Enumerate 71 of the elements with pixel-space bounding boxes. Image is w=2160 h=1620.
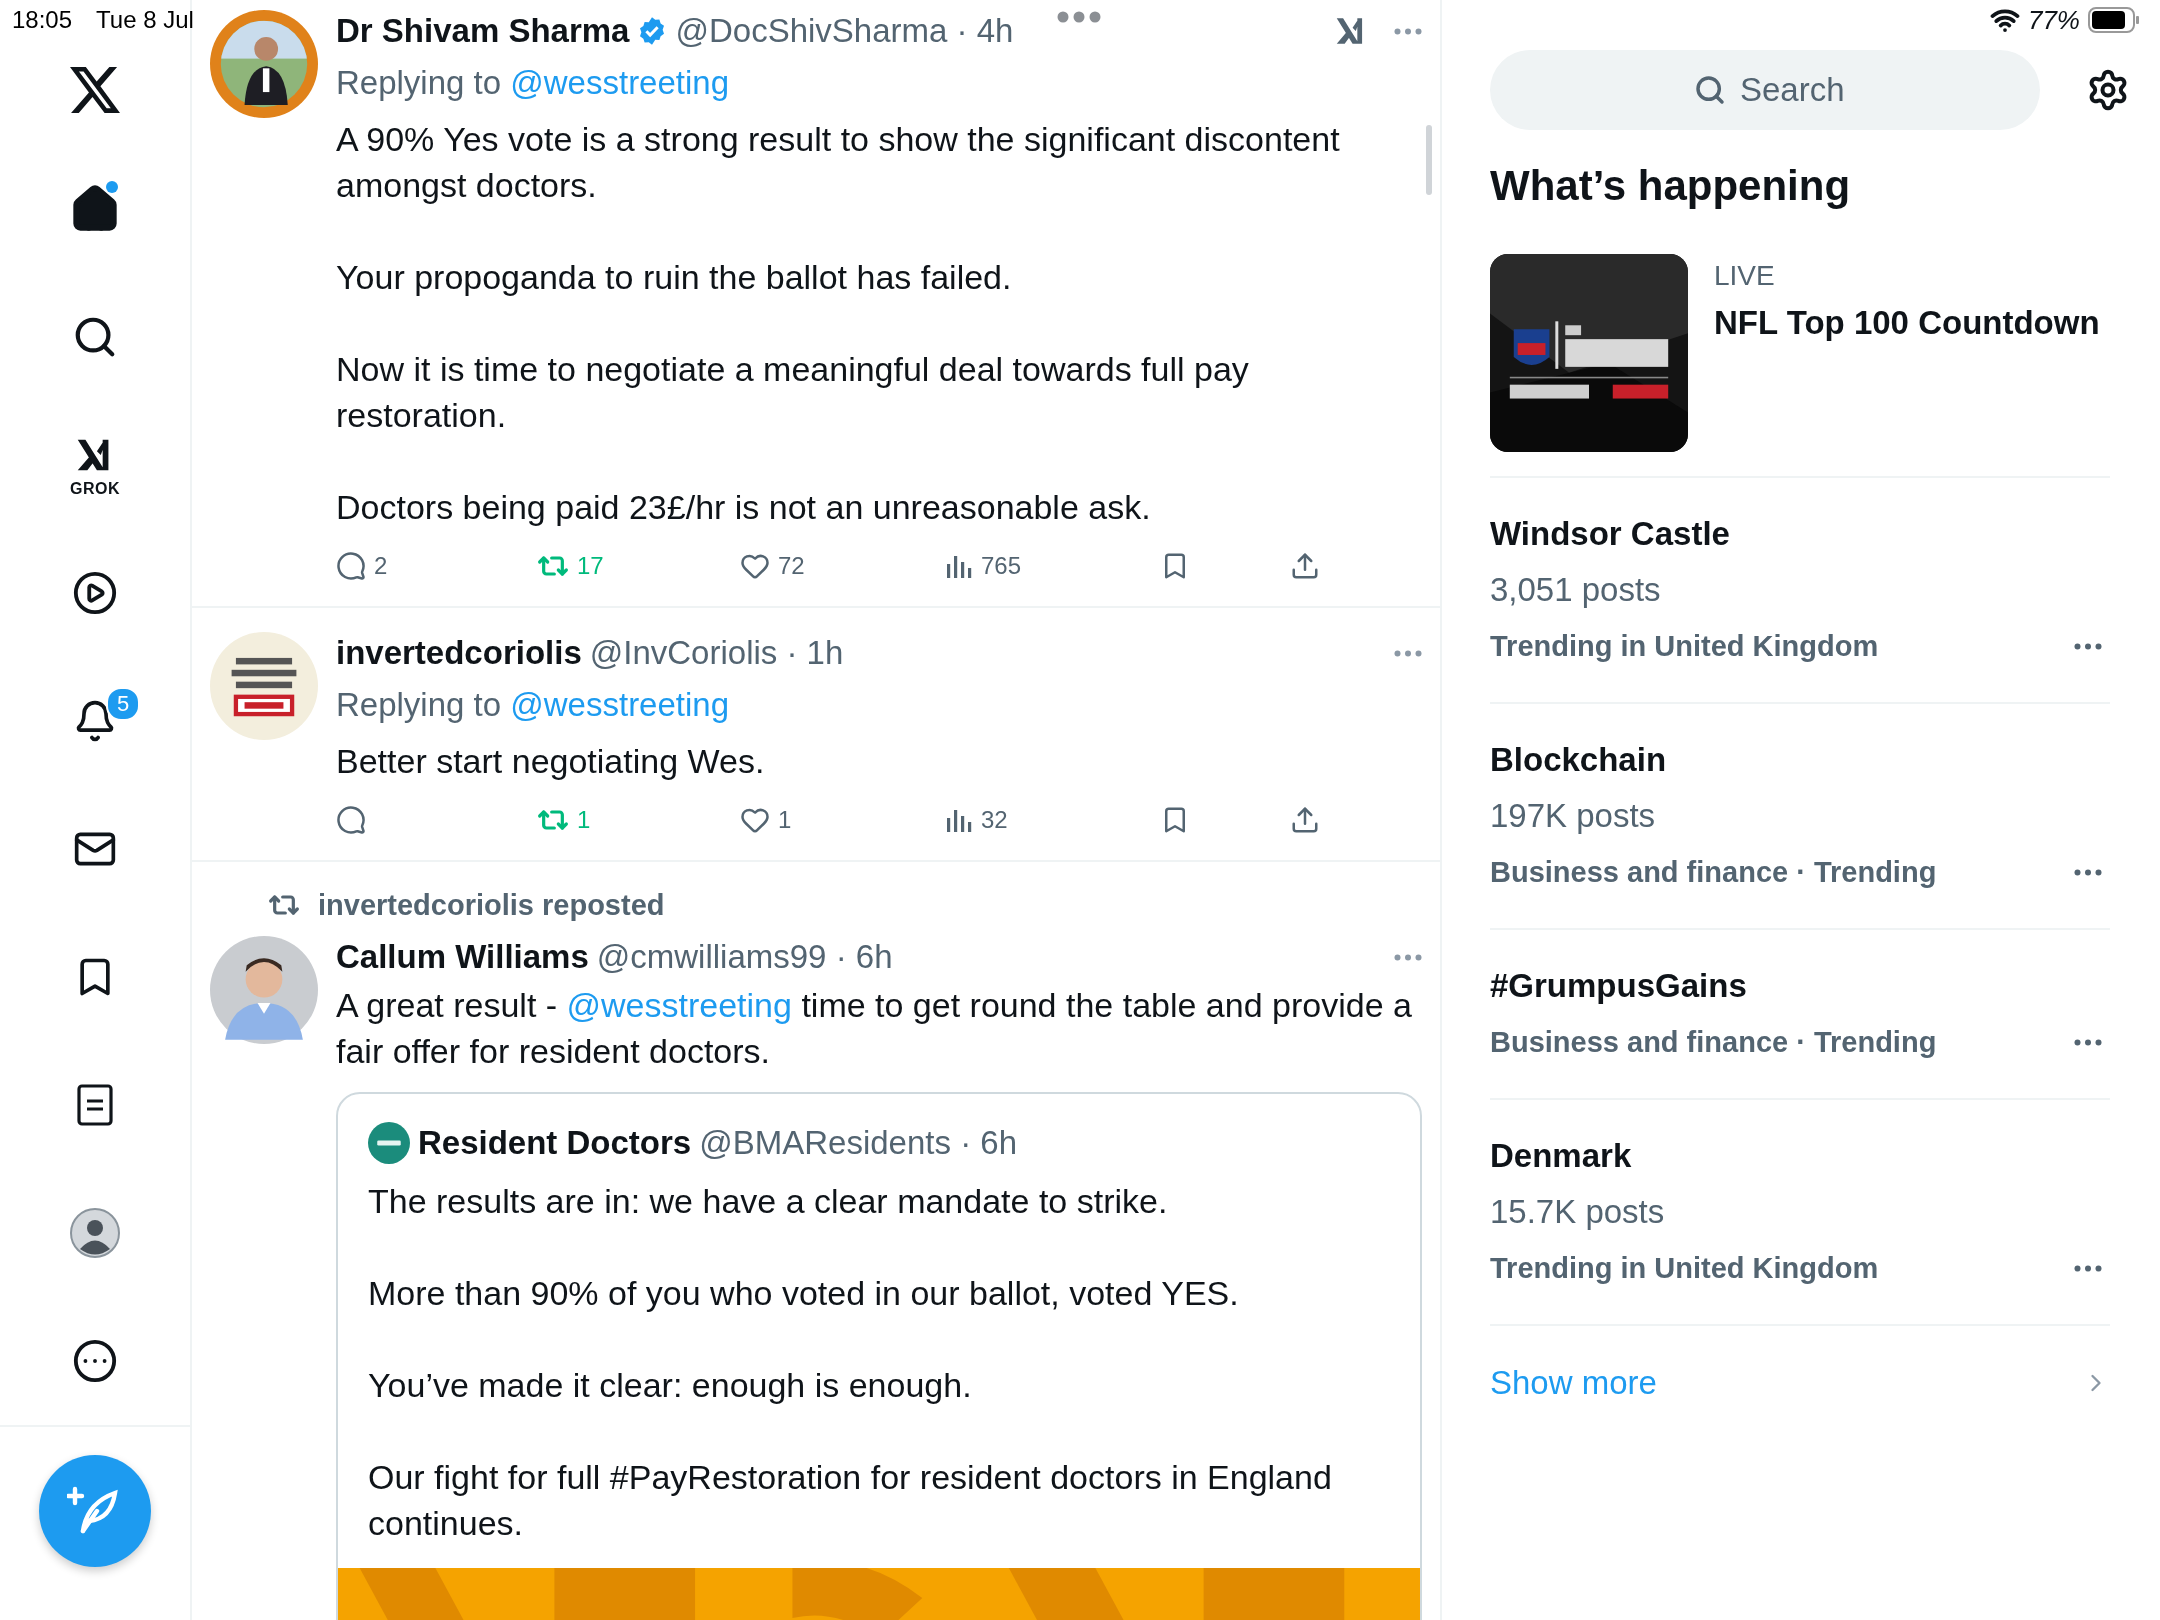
share-icon bbox=[1290, 805, 1320, 835]
repost-label: invertedcoriolis reposted bbox=[318, 888, 665, 922]
author-name: invertedcoriolis bbox=[336, 634, 582, 672]
more-icon bbox=[2074, 642, 2102, 650]
like-button[interactable]: 1 bbox=[740, 805, 792, 835]
replying-to-text: Replying to @wesstreeting bbox=[336, 63, 731, 103]
trend-context: Business and finance · Trending bbox=[1490, 855, 1937, 890]
section-title: What’s happening bbox=[1490, 161, 1852, 211]
views-button[interactable]: 765 bbox=[945, 552, 1022, 580]
reply-button[interactable] bbox=[336, 805, 366, 835]
replying-to-text: Replying to @wesstreeting bbox=[336, 685, 731, 725]
more-icon bbox=[2074, 1038, 2102, 1046]
speech-bubble-icon bbox=[336, 551, 366, 581]
search-field[interactable]: Search bbox=[1490, 50, 2040, 130]
trend-context: Trending in United Kingdom bbox=[1490, 629, 1879, 664]
post-text: A 90% Yes vote is a strong result to show the significant discontent amongst doctors. bbox=[336, 119, 1341, 206]
author-handle: @BMAResidents · 6h bbox=[699, 1124, 1017, 1162]
trend-name[interactable]: Windsor Castle bbox=[1490, 506, 2110, 562]
more-icon[interactable] bbox=[1394, 649, 1422, 657]
trend-name[interactable]: Denmark bbox=[1490, 1128, 2110, 1184]
event-card[interactable]: LIVE NFL Top 100 Countdown bbox=[1490, 254, 2110, 478]
compose-button[interactable] bbox=[39, 1455, 151, 1567]
window-handle-icon[interactable] bbox=[1056, 10, 1102, 24]
share-button[interactable] bbox=[1290, 805, 1320, 835]
search-icon bbox=[1694, 74, 1726, 106]
post-text: You’ve made it clear: enough is enough. bbox=[368, 1365, 973, 1406]
more-button[interactable] bbox=[2074, 1038, 2102, 1046]
share-icon bbox=[1290, 551, 1320, 581]
trend-name[interactable]: Blockchain bbox=[1490, 732, 2110, 788]
trend-context: Business and finance · Trending bbox=[1490, 1025, 1937, 1060]
live-label: LIVE bbox=[1714, 259, 1776, 293]
more-icon bbox=[2074, 868, 2102, 876]
post-text: More than 90% of you who voted in our ballot, voted YES. bbox=[368, 1273, 1240, 1314]
status-date: Tue 8 Jul bbox=[96, 6, 194, 34]
speech-bubble-icon bbox=[336, 805, 366, 835]
author-name: Callum Williams bbox=[336, 938, 589, 976]
share-button[interactable] bbox=[1290, 551, 1320, 581]
trend-context: Trending in United Kingdom bbox=[1490, 1251, 1879, 1286]
more-icon[interactable] bbox=[1394, 27, 1422, 35]
post-text: Our fight for full #PayRestoration for resident doctors in England continues. bbox=[368, 1457, 1333, 1544]
x-logo bbox=[70, 67, 120, 113]
trend-post-count: 3,051 posts bbox=[1490, 570, 1662, 610]
reply-button[interactable]: 2 bbox=[336, 551, 388, 581]
scrollbar[interactable] bbox=[1426, 125, 1432, 195]
like-button[interactable]: 72 bbox=[740, 551, 805, 581]
more-button[interactable] bbox=[2074, 642, 2102, 650]
more-icon[interactable] bbox=[1394, 953, 1422, 961]
post-text: Doctors being paid 23£/hr is not an unreasonable ask. bbox=[336, 487, 1152, 528]
post-text: Better start negotiating Wes. bbox=[336, 741, 766, 782]
post-text: A great result - @wesstreeting time to get round the table and provide a fair offer for resident doctors. bbox=[336, 985, 1413, 1072]
author-handle: @InvCoriolis · 1h bbox=[589, 634, 844, 672]
post-text: Your propoganda to ruin the ballot has failed. bbox=[336, 257, 1013, 298]
more-icon bbox=[2074, 1264, 2102, 1272]
event-title: NFL Top 100 Countdown bbox=[1714, 303, 2100, 343]
author-handle: @DocShivSharma · 4h bbox=[675, 12, 1014, 50]
battery-icon bbox=[2088, 7, 2140, 33]
post-text: The results are in: we have a clear mandate to strike. bbox=[368, 1181, 1169, 1222]
nav-button[interactable]: GROK bbox=[0, 401, 190, 529]
battery-percent: 77% bbox=[2027, 4, 2080, 36]
post-text: Now it is time to negotiate a meaningful deal towards full pay restoration. bbox=[336, 349, 1250, 436]
trend-post-count: 197K posts bbox=[1490, 796, 1657, 836]
notification-count: 5 bbox=[106, 687, 140, 721]
more-button[interactable] bbox=[2074, 868, 2102, 876]
author-name: Resident Doctors bbox=[418, 1124, 692, 1162]
trend-name[interactable]: #GrumpusGains bbox=[1490, 958, 2110, 1014]
author-handle: @cmwilliams99 · 6h bbox=[596, 938, 893, 976]
status-time: 18:05 bbox=[12, 6, 73, 34]
more-button[interactable] bbox=[2074, 1264, 2102, 1272]
trend-post-count: 15.7K posts bbox=[1490, 1192, 1666, 1232]
author-name: Dr Shivam Sharma bbox=[336, 12, 630, 50]
views-button[interactable]: 32 bbox=[945, 806, 1008, 834]
